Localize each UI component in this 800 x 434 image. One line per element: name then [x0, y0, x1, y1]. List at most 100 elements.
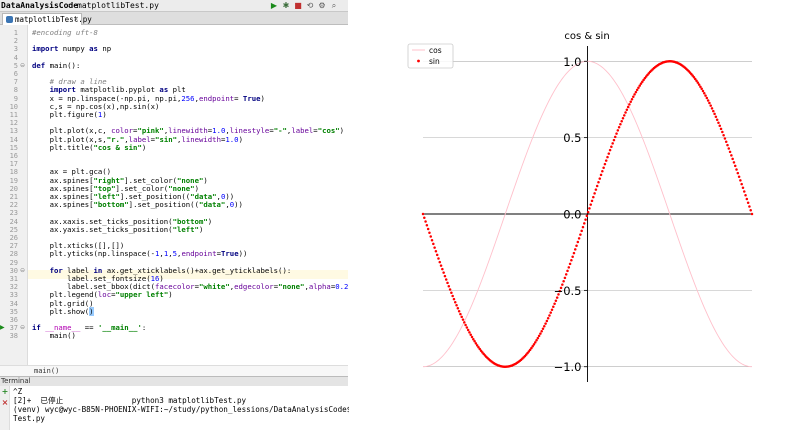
sin-point: [469, 333, 472, 336]
line-number: 26: [9, 234, 18, 242]
sin-point: [452, 297, 456, 301]
fold-marker-icon[interactable]: ⊖: [20, 324, 26, 332]
code-breadcrumb-item[interactable]: main(): [34, 366, 59, 376]
code-line[interactable]: def main():: [32, 61, 80, 70]
breadcrumb-file[interactable]: matplotlibTest.py: [77, 0, 159, 11]
plot-canvas: −1.0 −0.5 0.0 0.5 1.0 cos & sin cos sin: [407, 31, 754, 382]
sin-point: [470, 335, 474, 339]
sin-point: [739, 179, 742, 182]
sin-point: [540, 329, 543, 333]
sin-point: [430, 238, 434, 242]
line-number: 24: [9, 217, 18, 226]
sin-point: [425, 224, 429, 227]
code-line[interactable]: plt.yticks(np.linspace(-1,1,5,endpoint=T…: [32, 250, 248, 258]
sin-point: [588, 207, 591, 210]
breadcrumb-separator: ›: [67, 1, 71, 10]
close-terminal-icon[interactable]: ×: [1, 399, 9, 407]
sin-point: [554, 299, 558, 302]
line-number: 38: [9, 332, 18, 341]
sin-point: [572, 251, 576, 255]
terminal-title[interactable]: Terminal: [1, 377, 31, 386]
sin-point: [601, 170, 604, 173]
sin-point: [568, 262, 572, 266]
sin-point: [548, 314, 551, 317]
sin-point: [704, 94, 707, 97]
line-number: 35: [9, 307, 18, 316]
sin-point: [564, 273, 568, 276]
code-line[interactable]: plt.figure(1): [32, 110, 107, 119]
legend-cos-label: cos: [429, 46, 442, 55]
sin-point: [628, 103, 631, 106]
sin-point: [552, 305, 555, 309]
sin-point: [433, 246, 436, 249]
sin-point: [443, 274, 447, 278]
sin-point: [630, 98, 634, 101]
code-editor[interactable]: 1 2 3 4 5 ⊖ 6 7 8 9 10 11 12 13 14 15 16 17 18 19 20 21 22 23 24…: [0, 25, 357, 365]
sin-point: [737, 175, 741, 178]
code-line[interactable]: import numpy as np: [32, 45, 111, 53]
sin-point: [549, 311, 552, 314]
terminal-header: Terminal: [0, 376, 348, 386]
sin-point: [623, 114, 626, 117]
sin-point: [740, 182, 743, 186]
debug-icon[interactable]: ✱: [282, 2, 290, 10]
line-number: 9: [13, 94, 18, 103]
sin-point: [723, 137, 727, 140]
new-terminal-icon[interactable]: +: [1, 388, 9, 396]
line-number: 36: [9, 316, 18, 324]
sin-point: [454, 300, 457, 304]
line-number: 32: [9, 283, 18, 292]
run-icon[interactable]: ▶: [270, 2, 278, 10]
line-number: 31: [9, 275, 18, 283]
tab-matplotlibtest[interactable]: matplotlibTest.py ×: [2, 13, 92, 25]
sin-point: [432, 242, 435, 246]
sin-point: [438, 260, 442, 264]
code-line[interactable]: ax.yaxis.set_ticks_position("left"): [32, 225, 204, 234]
sin-point: [621, 117, 625, 120]
line-number: 15: [9, 143, 18, 152]
sin-point: [466, 328, 470, 332]
sin-point: [434, 250, 438, 253]
code-line[interactable]: ax.spines["bottom"].set_position(("data"…: [32, 200, 243, 209]
fold-marker-icon[interactable]: ⊖: [20, 62, 26, 70]
code-line[interactable]: #encoding uft-8: [32, 28, 98, 37]
search-icon[interactable]: ⌕: [330, 2, 338, 10]
sin-point: [594, 188, 598, 191]
sin-point: [553, 302, 556, 306]
sin-point: [446, 281, 449, 285]
close-icon[interactable]: ×: [73, 14, 79, 25]
stop-icon[interactable]: ■: [294, 2, 302, 10]
sin-point: [571, 255, 574, 258]
tab-label: matplotlibTest.py: [15, 15, 92, 24]
code-line[interactable]: main(): [32, 332, 76, 340]
sin-point: [598, 177, 602, 180]
line-number: 6: [13, 70, 18, 78]
sin-point: [597, 181, 600, 184]
fold-marker-icon[interactable]: ⊖: [20, 267, 26, 275]
line-number-gutter: 1 2 3 4 5 ⊖ 6 7 8 9 10 11 12 13 14 15 16 17 18 19 20 21 22 23 24…: [0, 25, 28, 365]
terminal-toolbar: + ×: [0, 386, 10, 430]
code-line[interactable]: plt.show(): [32, 306, 94, 316]
terminal-panel[interactable]: + × ^Z [2]+ 已停止 python3 matplotlibTest.p…: [0, 386, 397, 430]
sin-point: [583, 222, 586, 225]
code-breadcrumb: main(): [0, 365, 348, 376]
sin-point: [735, 168, 738, 171]
sin-point: [721, 130, 724, 134]
sin-point: [461, 318, 465, 321]
sin-point: [724, 140, 728, 143]
line-number: 17: [9, 160, 18, 169]
y-ticks: −1.0 −0.5 0.0 0.5 1.0: [554, 55, 588, 374]
sin-point: [545, 319, 549, 323]
run-gutter-icon[interactable]: ▶: [0, 324, 6, 332]
plot-figure: −1.0 −0.5 0.0 0.5 1.0 cos & sin cos sin: [349, 0, 800, 430]
terminal-prompt-line: (venv) wyc@wyc-B85N-PHOENIX-WIFI:~/study…: [13, 405, 397, 414]
line-number: 4: [13, 53, 18, 62]
line-number: 12: [9, 119, 18, 128]
code-line[interactable]: plt.title("cos & sin"): [32, 143, 147, 152]
vcs-icon[interactable]: ⟲: [306, 2, 314, 10]
line-number: 29: [9, 258, 18, 267]
settings-icon[interactable]: ⚙: [318, 2, 326, 10]
sin-point: [451, 294, 454, 298]
sin-point: [726, 143, 729, 147]
sin-point: [573, 248, 577, 251]
